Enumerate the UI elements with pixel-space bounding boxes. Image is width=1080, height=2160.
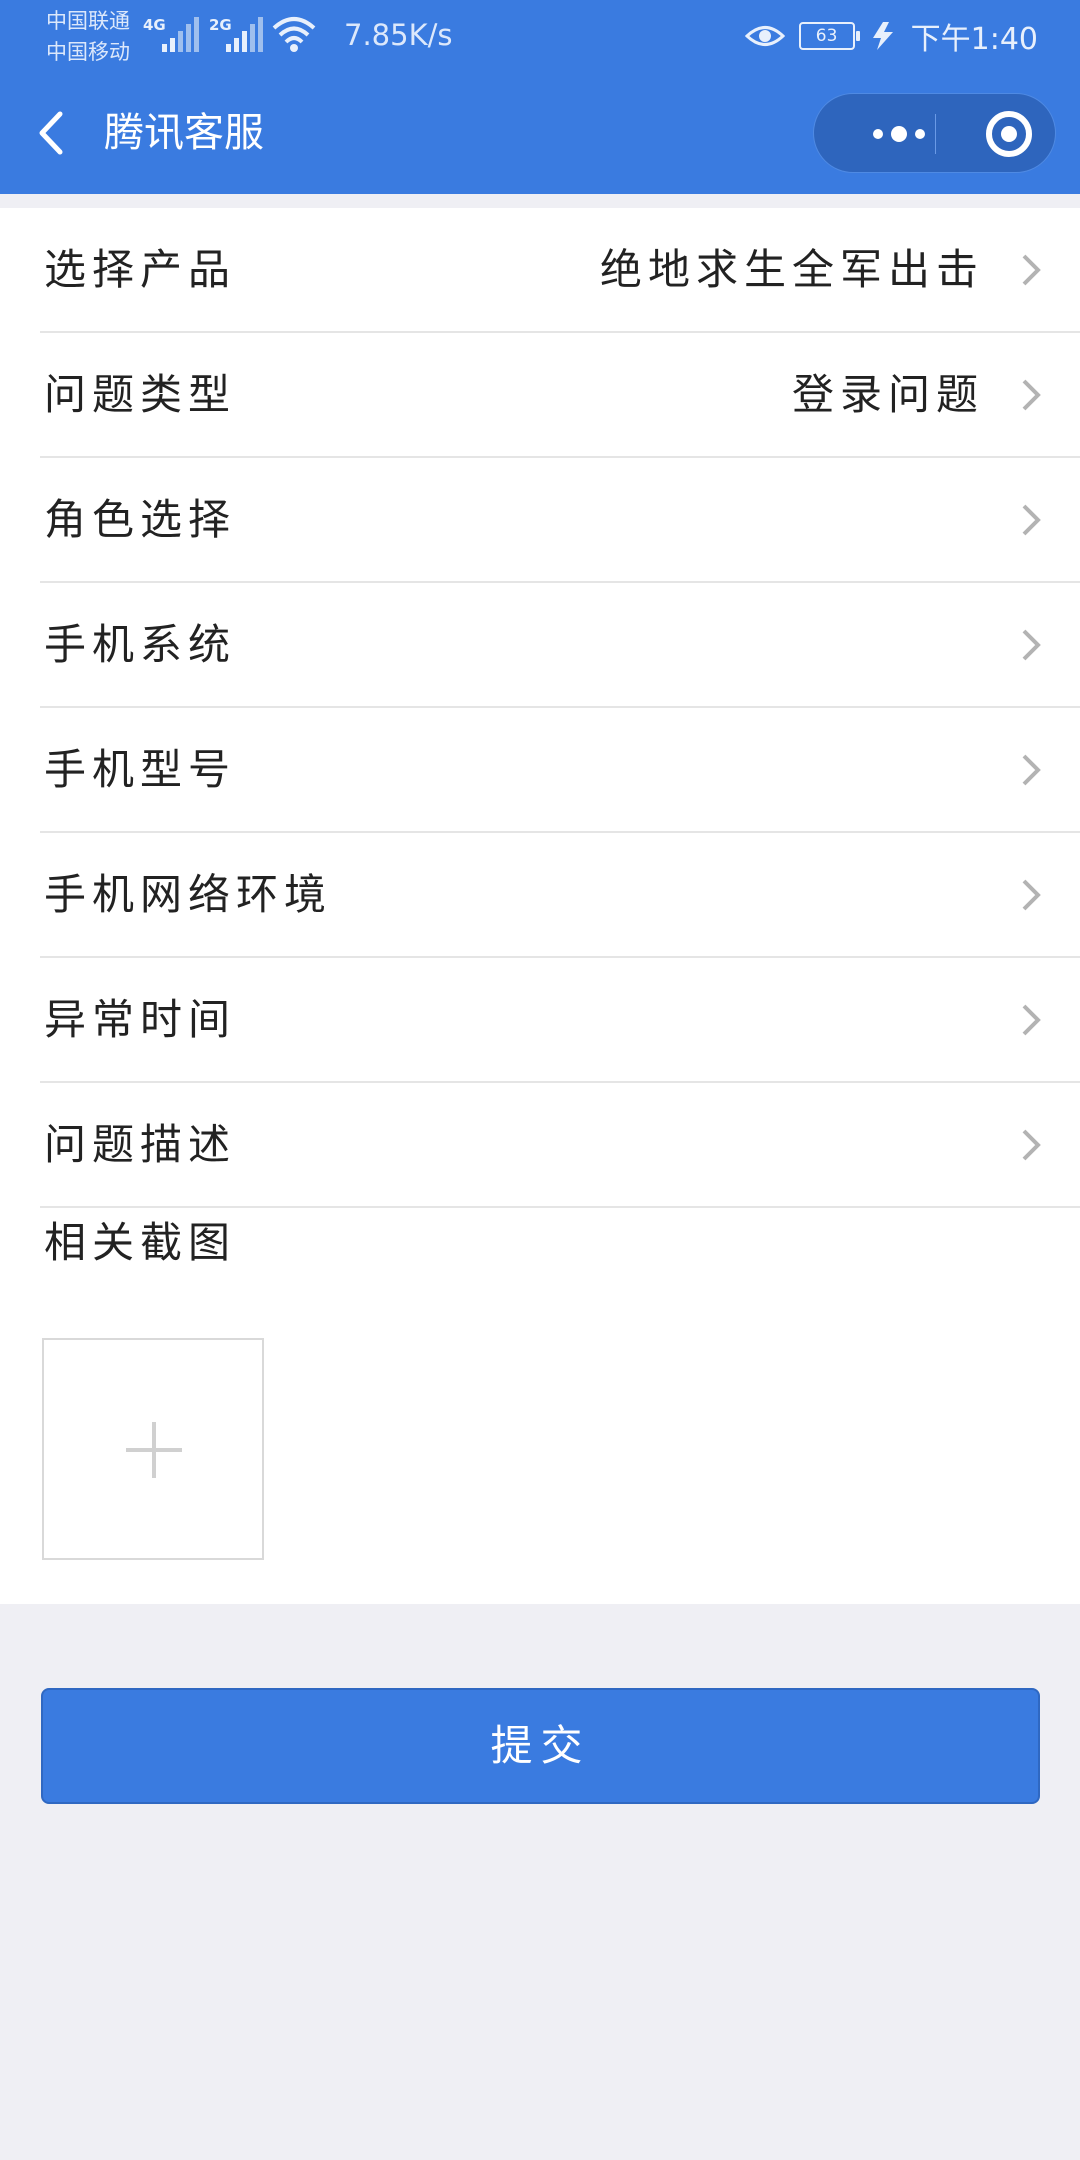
carrier-info: 中国联通 中国移动 [46, 6, 130, 68]
row-label: 手机系统 [44, 620, 237, 669]
submit-button[interactable]: 提交 [41, 1688, 1040, 1804]
wifi-icon [272, 17, 316, 52]
chevron-right-icon [1022, 379, 1041, 411]
row-value: 绝地求生全军出击 [599, 245, 984, 294]
network-speed: 7.85K/s [344, 18, 453, 52]
clock: 下午1:40 [910, 22, 1038, 57]
chevron-right-icon [1022, 504, 1041, 536]
row-select-product[interactable]: 选择产品 绝地求生全军出击 [40, 208, 1080, 333]
back-icon[interactable] [30, 106, 80, 160]
row-label: 手机型号 [44, 745, 237, 794]
row-label: 选择产品 [44, 245, 237, 294]
chevron-right-icon [1022, 754, 1041, 786]
row-phone-system[interactable]: 手机系统 [40, 583, 1080, 708]
header: 中国联通 中国移动 4G 2G 7.85K/s 63 下午1:40 腾讯客服 [0, 0, 1080, 194]
close-mini-program-icon[interactable] [964, 94, 1044, 174]
row-role-select[interactable]: 角色选择 [40, 458, 1080, 583]
row-value: 登录问题 [791, 370, 984, 419]
row-label: 角色选择 [44, 495, 237, 544]
screenshot-label: 相关截图 [44, 1218, 237, 1267]
row-phone-model[interactable]: 手机型号 [40, 708, 1080, 833]
charging-icon [872, 22, 893, 50]
nav-bar: 腾讯客服 [0, 88, 1080, 178]
row-error-time[interactable]: 异常时间 [40, 958, 1080, 1083]
chevron-right-icon [1022, 879, 1041, 911]
status-right: 63 下午1:40 [744, 14, 1038, 58]
signal-icon-1 [162, 17, 199, 52]
chevron-right-icon [1022, 1129, 1041, 1161]
feedback-form: 选择产品 绝地求生全军出击 问题类型 登录问题 角色选择 手机系统 手机型号 手… [0, 208, 1080, 1604]
add-screenshot-button[interactable] [42, 1338, 264, 1560]
row-label: 问题描述 [44, 1120, 237, 1169]
battery-indicator: 63 [798, 22, 860, 50]
chevron-right-icon [1022, 254, 1041, 286]
row-label: 异常时间 [44, 995, 237, 1044]
eye-icon [744, 26, 785, 46]
chevron-right-icon [1022, 1004, 1041, 1036]
page-title: 腾讯客服 [104, 110, 264, 156]
chevron-right-icon [1022, 629, 1041, 661]
signal-icon-2 [226, 17, 263, 52]
row-network-env[interactable]: 手机网络环境 [40, 833, 1080, 958]
plus-icon [126, 1422, 182, 1478]
row-issue-description[interactable]: 问题描述 [40, 1083, 1080, 1208]
mini-program-capsule [813, 93, 1056, 173]
row-label: 手机网络环境 [44, 870, 333, 919]
carrier-2: 中国移动 [46, 40, 130, 64]
row-label: 问题类型 [44, 370, 237, 419]
carrier-1: 中国联通 [46, 9, 130, 33]
more-icon[interactable] [854, 94, 944, 174]
status-bar: 中国联通 中国移动 4G 2G 7.85K/s 63 下午1:40 [0, 0, 1080, 76]
row-issue-type[interactable]: 问题类型 登录问题 [40, 333, 1080, 458]
capsule-divider [935, 114, 936, 154]
